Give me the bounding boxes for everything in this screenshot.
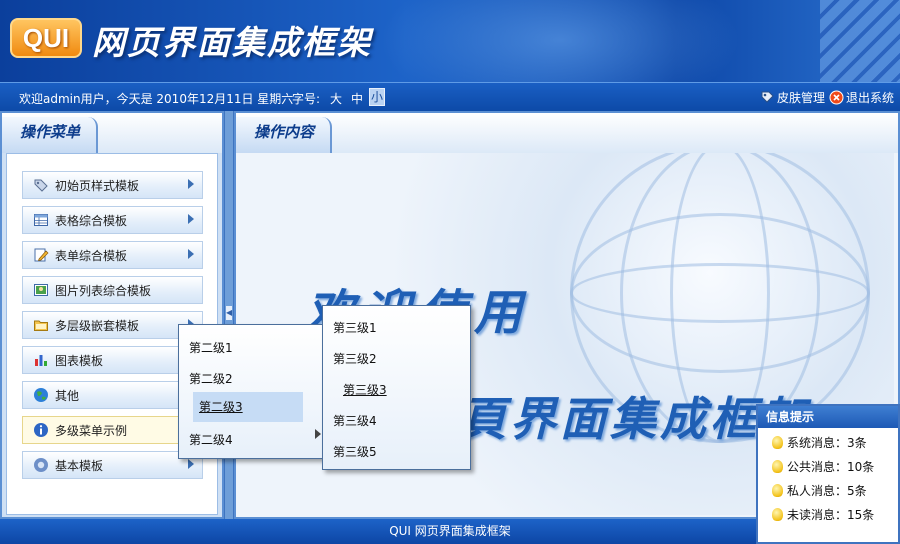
table-icon: [34, 214, 48, 226]
logout-icon: [829, 90, 844, 105]
submenu-item[interactable]: 第三级4: [333, 412, 377, 429]
form-edit-icon: [34, 248, 49, 262]
chevron-right-icon: [188, 214, 194, 224]
content-panel-tab: 操作内容: [236, 117, 333, 153]
logout-link[interactable]: 退出系统: [829, 89, 894, 106]
menu-item-multilevel-demo[interactable]: 多级菜单示例: [22, 416, 203, 444]
skin-manage-link[interactable]: 皮肤管理: [760, 89, 825, 106]
menu-item-label: 表格综合模板: [55, 213, 128, 228]
menu-item-label: 图片列表综合模板: [55, 283, 152, 298]
welcome-text: 欢迎admin用户，今天是 2010年12月11日 星期六: [19, 92, 294, 106]
font-size-label: 字号:: [292, 92, 321, 106]
submenu-item[interactable]: 第三级1: [333, 319, 377, 336]
skin-manage-label: 皮肤管理: [777, 91, 826, 105]
chevron-right-icon: [315, 429, 321, 439]
menu-item-other[interactable]: 其他: [22, 381, 203, 409]
info-row-text: 公共消息：10条: [787, 460, 875, 474]
info-row[interactable]: 私人消息：5条: [772, 482, 867, 499]
chevron-right-icon: [188, 459, 194, 469]
info-tip-title: 信息提示: [758, 406, 898, 428]
bulb-icon: [772, 508, 783, 521]
tag-icon: [34, 179, 48, 192]
folder-icon: [34, 320, 48, 331]
bulb-icon: [772, 484, 783, 497]
menu-item-picture-list[interactable]: 图片列表综合模板: [22, 276, 203, 304]
menu-item-table[interactable]: 表格综合模板: [22, 206, 203, 234]
menu-item-label: 图表模板: [55, 353, 104, 368]
menu-item-label: 初始页样式模板: [55, 178, 140, 193]
logout-label: 退出系统: [846, 91, 895, 105]
bulb-icon: [772, 460, 783, 473]
font-medium-button[interactable]: 中: [351, 90, 363, 107]
menu-item-initial-page[interactable]: 初始页样式模板: [22, 171, 203, 199]
info-row[interactable]: 未读消息：15条: [772, 506, 874, 523]
submenu-item[interactable]: 第三级5: [333, 443, 377, 460]
bar-chart-icon: [35, 355, 47, 366]
font-large-button[interactable]: 大: [330, 90, 342, 107]
info-bar: 欢迎admin用户，今天是 2010年12月11日 星期六 字号: 大 中 小 …: [0, 82, 900, 111]
help-icon: [34, 458, 48, 472]
info-row-text: 未读消息：15条: [787, 508, 875, 522]
info-tip-box: 信息提示 系统消息：3条 公共消息：10条 私人消息：5条 未读消息：15条: [756, 404, 900, 544]
globe-icon: [34, 388, 48, 402]
submenu-level2: 第二级1 第二级2 第二级3 第二级4: [178, 324, 327, 459]
menu-item-nested[interactable]: 多层级嵌套模板: [22, 311, 203, 339]
info-icon: [34, 423, 48, 437]
chevron-right-icon: [188, 249, 194, 259]
info-row-text: 系统消息：3条: [787, 436, 867, 450]
menu-item-chart[interactable]: 图表模板: [22, 346, 203, 374]
submenu-item[interactable]: 第二级1: [189, 339, 233, 356]
picture-icon: [34, 284, 48, 296]
keyboard-decoration: [820, 0, 900, 82]
info-row-text: 私人消息：5条: [787, 484, 867, 498]
font-small-button[interactable]: 小: [369, 88, 385, 106]
submenu-level3: 第三级1 第三级2 第三级3 第三级4 第三级5: [322, 305, 471, 470]
submenu-item-hover[interactable]: 第三级3: [343, 381, 387, 398]
submenu-item[interactable]: 第三级2: [333, 350, 377, 367]
header-banner: QUI 网页界面集成框架: [0, 0, 900, 82]
submenu-item[interactable]: 第二级2: [189, 370, 233, 387]
menu-item-label: 多层级嵌套模板: [55, 318, 140, 333]
menu-item-label: 基本模板: [55, 458, 104, 473]
submenu-item[interactable]: 第二级4: [189, 431, 233, 448]
bulb-icon: [772, 436, 783, 449]
info-row[interactable]: 系统消息：3条: [772, 434, 867, 451]
globe-decoration: [570, 263, 870, 323]
menu-panel-header: 操作菜单: [2, 113, 222, 153]
menu-item-label: 表单综合模板: [55, 248, 128, 263]
header-glow: [380, 0, 740, 82]
menu-item-form[interactable]: 表单综合模板: [22, 241, 203, 269]
chevron-right-icon: [188, 179, 194, 189]
menu-panel-tab: 操作菜单: [2, 117, 99, 153]
info-row[interactable]: 公共消息：10条: [772, 458, 874, 475]
content-panel-header: 操作内容: [236, 113, 898, 153]
logo-badge: QUI: [10, 18, 82, 58]
menu-item-label: 其他: [55, 388, 80, 403]
menu-item-label: 多级菜单示例: [55, 423, 128, 438]
skin-icon: [761, 91, 774, 103]
submenu-item-selected[interactable]: 第二级3: [193, 392, 303, 422]
app-title: 网页界面集成框架: [92, 24, 372, 61]
collapse-arrow-icon[interactable]: ◀: [226, 306, 232, 320]
menu-item-basic[interactable]: 基本模板: [22, 451, 203, 479]
